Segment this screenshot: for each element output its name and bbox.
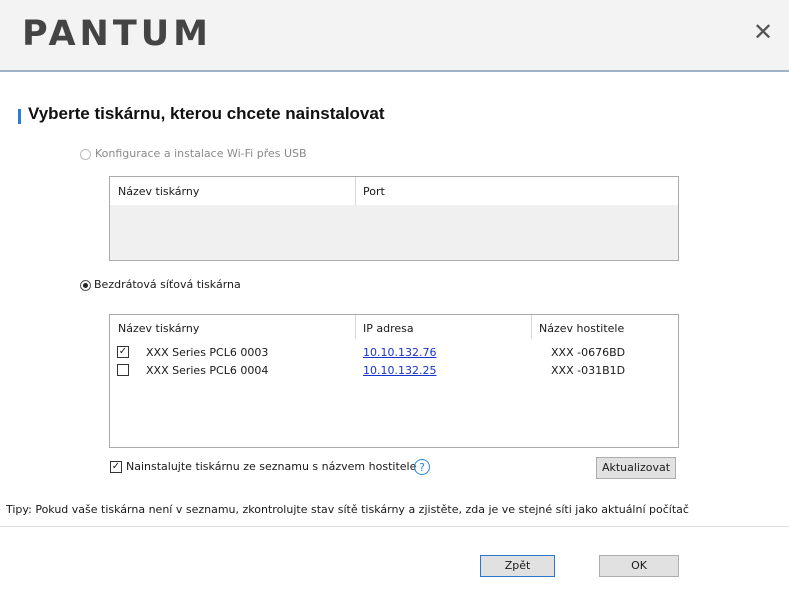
network-printer-radio[interactable] [80, 280, 91, 291]
wifi-usb-label: Konfigurace a instalace Wi-Fi přes USB [95, 147, 307, 160]
radio-selected-dot [83, 283, 88, 288]
wifi-printer-list[interactable]: Název tiskárny Port [109, 176, 679, 261]
column-separator [531, 315, 532, 339]
page-title: Vyberte tiskárnu, kterou chcete nainstal… [28, 104, 385, 123]
install-by-hostname-checkbox[interactable]: ✓ [110, 461, 122, 473]
printer-name[interactable]: XXX Series PCL6 0004 [146, 364, 268, 377]
column-header-port: Port [363, 185, 385, 198]
ok-button[interactable]: OK [599, 555, 679, 577]
close-icon[interactable]: ✕ [752, 18, 774, 46]
row-checkbox-checked[interactable]: ✓ [117, 346, 129, 358]
refresh-button[interactable]: Aktualizovat [596, 457, 676, 479]
pantum-logo: PANTUM [22, 14, 212, 54]
network-printer-list[interactable]: Název tiskárny IP adresa Název hostitele… [109, 314, 679, 448]
column-separator [355, 177, 356, 205]
footer-divider [0, 526, 789, 527]
column-header-printer-name: Název tiskárny [118, 185, 200, 198]
printer-hostname: XXX -0676BD [551, 346, 626, 359]
column-header-hostname: Název hostitele [539, 322, 625, 335]
row-checkbox[interactable] [117, 364, 129, 376]
install-by-hostname-label: Nainstalujte tiskárnu ze seznamu s názve… [126, 460, 417, 473]
title-accent-bar [18, 109, 21, 124]
printer-ip-link[interactable]: 10.10.132.76 [363, 346, 436, 359]
column-header-printer-name: Název tiskárny [118, 322, 200, 335]
wifi-list-header: Název tiskárny Port [110, 177, 678, 205]
tip-text: Tipy: Pokud vaše tiskárna není v seznamu… [6, 503, 689, 516]
question-circle-icon[interactable]: ? [414, 459, 430, 475]
column-separator [355, 315, 356, 339]
back-button[interactable]: Zpět [480, 555, 555, 577]
printer-name[interactable]: XXX Series PCL6 0003 [146, 346, 268, 359]
network-printer-label: Bezdrátová síťová tiskárna [94, 278, 241, 291]
printer-ip-link[interactable]: 10.10.132.25 [363, 364, 436, 377]
wifi-usb-radio[interactable] [80, 149, 91, 160]
column-header-ip: IP adresa [363, 322, 414, 335]
header: PANTUM ✕ [0, 0, 789, 72]
printer-hostname: XXX -031B1D [551, 364, 626, 377]
